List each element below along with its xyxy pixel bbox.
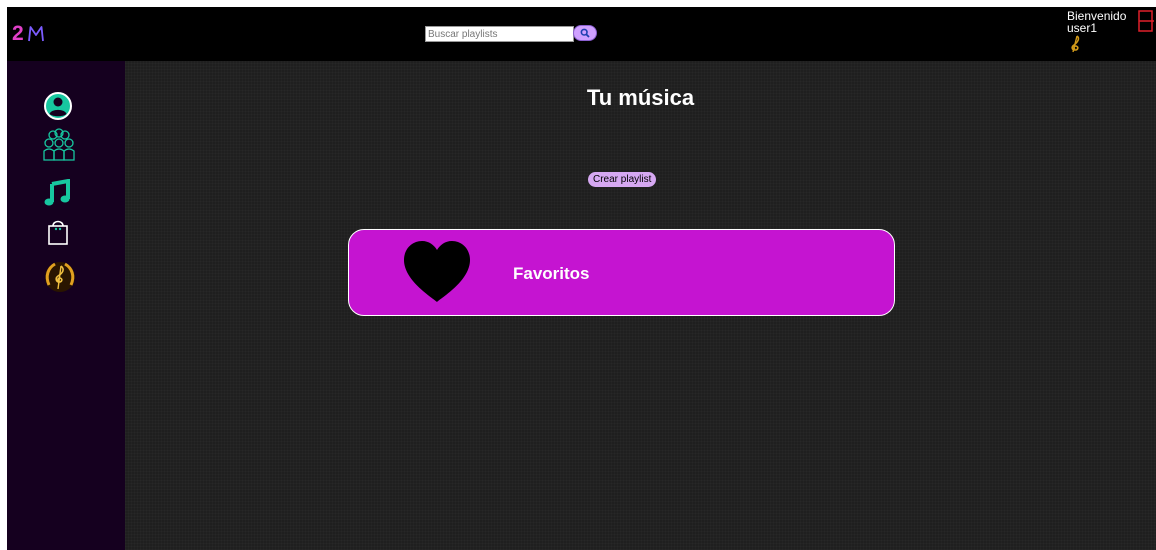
heart-icon [404, 241, 470, 302]
search-icon [580, 28, 590, 38]
search-button[interactable] [573, 25, 597, 41]
logo[interactable]: 2 [12, 22, 45, 46]
page-title: Tu música [586, 85, 695, 110]
music-note-icon[interactable] [43, 179, 71, 207]
logo-mark-icon [27, 26, 44, 42]
treble-clef-icon [1071, 35, 1080, 53]
laurel-clef-icon[interactable] [43, 260, 77, 294]
logo-text: 2 [12, 22, 24, 45]
app-frame: 2 Bienvenido user1 [7, 7, 1156, 550]
username: user1 [1067, 21, 1098, 35]
playlist-card-favoritos[interactable]: Favoritos [348, 229, 895, 316]
sidebar [7, 61, 125, 550]
main-content: Tu música Crear playlist Favoritos [125, 61, 1156, 550]
welcome-block: Bienvenido user1 [1067, 10, 1126, 34]
playlist-name: Favoritos [513, 264, 590, 283]
shopping-bag-icon[interactable] [43, 217, 73, 247]
user-icon[interactable] [43, 91, 73, 121]
group-icon[interactable] [43, 128, 75, 162]
create-playlist-button[interactable]: Crear playlist [587, 171, 658, 188]
top-bar: 2 Bienvenido user1 [7, 7, 1156, 61]
logout-icon[interactable] [1138, 10, 1154, 32]
search-input[interactable] [425, 26, 574, 42]
